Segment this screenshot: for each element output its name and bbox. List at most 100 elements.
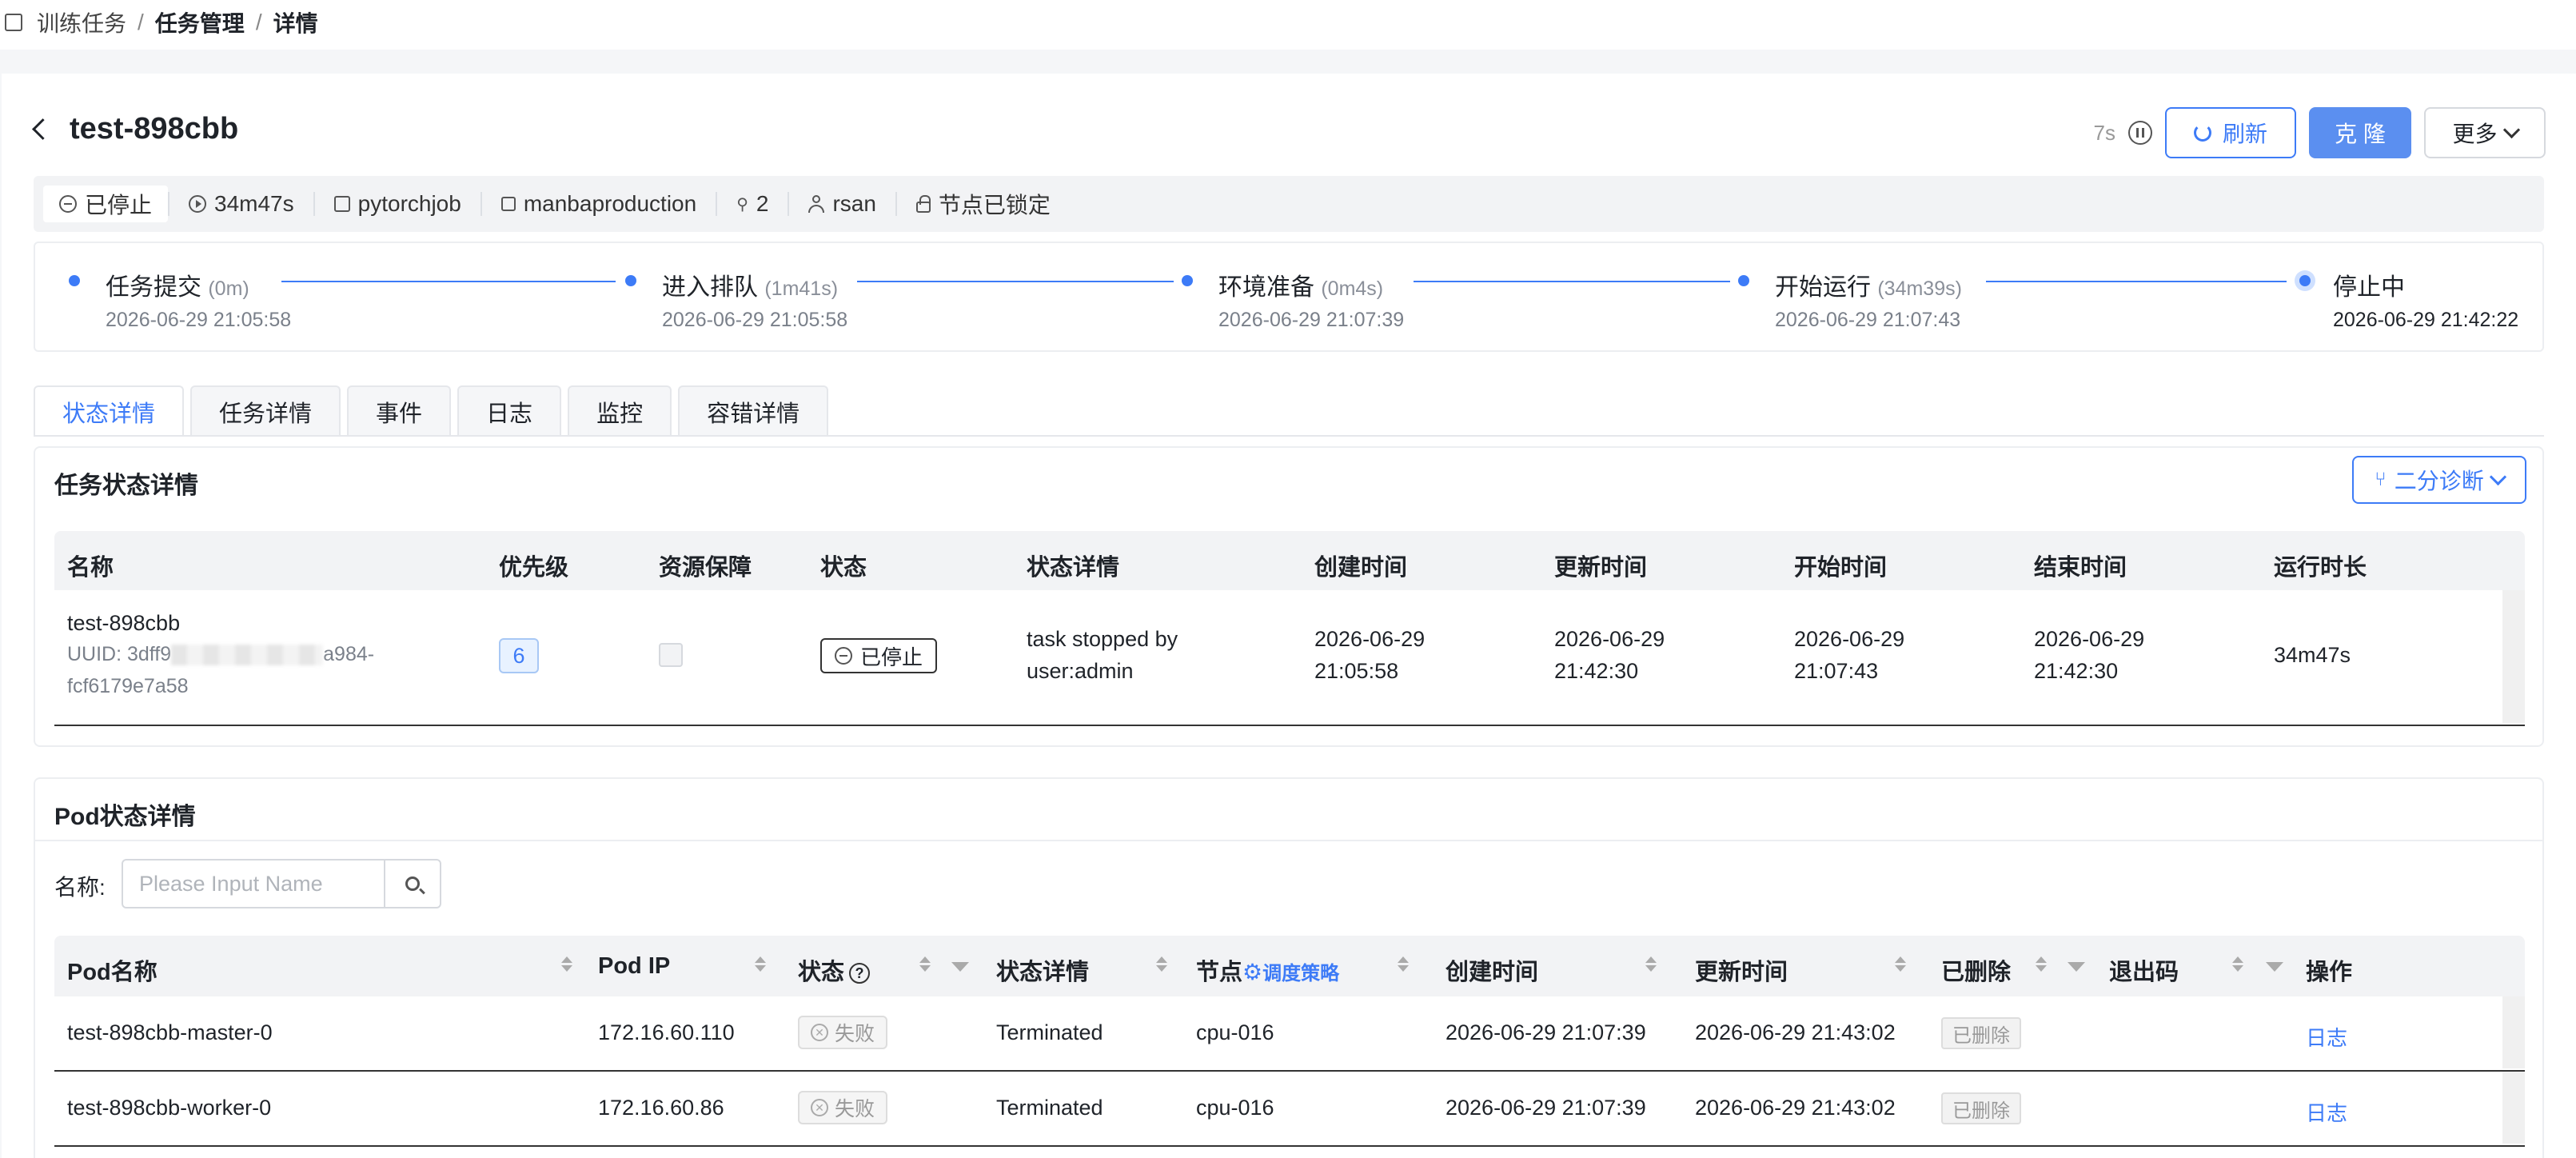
step-time: 2026-06-29 21:07:39 [1218, 309, 1405, 331]
step-label: 环境准备 [1218, 274, 1314, 301]
back-arrow-icon[interactable] [32, 118, 54, 140]
step-connector [1414, 281, 1730, 282]
sort-pod-ip-icon[interactable] [744, 950, 766, 976]
sort-node-icon[interactable] [1386, 950, 1409, 976]
help-icon[interactable]: ? [849, 963, 871, 984]
pod-status-tag: ✕ 失败 [798, 1016, 888, 1049]
refresh-button[interactable]: 刷新 [2165, 107, 2296, 158]
table-scrollbar[interactable] [2502, 996, 2525, 1068]
col-status-detail: 状态详情 [996, 960, 1090, 985]
project-text: manbaproduction [523, 191, 697, 216]
pod-log-link[interactable]: 日志 [2306, 1022, 2347, 1052]
col-name: 名称 [67, 555, 114, 581]
task-uuid: UUID: 3dff9 a984- [67, 643, 375, 666]
status-tag-text: 已停止 [860, 645, 923, 669]
refresh-button-label: 刷新 [2222, 122, 2267, 146]
node-count-text: 2 [756, 191, 769, 216]
step-duration: (0m) [208, 278, 249, 300]
status-tag: 已停止 [820, 638, 938, 673]
project-info: manbaproduction [482, 191, 718, 216]
framework-text: pytorchjob [357, 191, 461, 216]
table-row: test-898cbb-master-0 172.16.60.110 ✕ 失败 … [54, 996, 2525, 1072]
runtime-value: 34m47s [2274, 643, 2351, 667]
task-status-table: 名称 优先级 资源保障 状态 状态详情 创建时间 更新时间 开始时间 结束时间 … [54, 531, 2525, 726]
project-icon [500, 197, 516, 211]
schedule-policy-link[interactable]: 调度策略 [1262, 963, 1339, 984]
table-row: test-898cbb UUID: 3dff9 a984- fcf6179e7a5… [54, 590, 2525, 726]
sort-pod-name-icon[interactable] [550, 950, 572, 976]
created-time: 21:05:58 [1314, 659, 1399, 683]
pod-ip: 172.16.60.110 [598, 1020, 735, 1044]
step-duration: (0m4s) [1321, 278, 1384, 300]
stopped-icon [835, 647, 852, 665]
clone-button[interactable]: 克 隆 [2309, 107, 2411, 158]
breadcrumb-item-detail: 详情 [273, 11, 318, 36]
step-duration: (1m41s) [764, 278, 839, 300]
branch-icon: ⑂ [2375, 469, 2387, 490]
framework-info: pytorchjob [315, 191, 482, 216]
breadcrumb-item-training[interactable]: 训练任务 [37, 6, 126, 38]
task-uuid-tail: fcf6179e7a58 [67, 675, 189, 697]
tab-events[interactable]: 事件 [347, 385, 452, 437]
pod-node: cpu-016 [1196, 1020, 1274, 1044]
col-priority: 优先级 [499, 555, 569, 581]
search-icon [405, 876, 420, 891]
task-timeline: 任务提交 (0m) 2026-06-29 21:05:58 进入排队 (1m41… [34, 242, 2544, 352]
refresh-icon [2193, 124, 2211, 142]
step-dot-icon [1182, 275, 1193, 286]
step-dot-icon [69, 275, 80, 286]
filter-deleted-icon[interactable] [2056, 953, 2085, 980]
tab-task-detail[interactable]: 任务详情 [190, 385, 341, 437]
more-dropdown[interactable]: 更多 [2424, 107, 2546, 158]
table-scrollbar[interactable] [2502, 590, 2525, 723]
pod-name: test-898cbb-worker-0 [67, 1096, 272, 1120]
table-scrollbar[interactable] [2502, 1072, 2525, 1144]
col-action: 操作 [2306, 960, 2353, 985]
tab-status-detail[interactable]: 状态详情 [34, 385, 185, 437]
sort-exit-code-icon[interactable] [2221, 950, 2243, 976]
pod-node: cpu-016 [1196, 1096, 1274, 1120]
pod-name: test-898cbb-master-0 [67, 1020, 273, 1044]
tab-monitor[interactable]: 监控 [568, 385, 672, 437]
step-time: 2026-06-29 21:07:43 [1775, 309, 1961, 331]
framework-icon [333, 196, 350, 212]
col-pod-ip: Pod IP [598, 953, 671, 979]
diagnose-label: 二分诊断 [2394, 469, 2484, 493]
pod-search [122, 859, 441, 908]
search-button[interactable] [384, 861, 440, 907]
pod-name-search-input[interactable] [123, 861, 384, 907]
sort-created-icon[interactable] [1634, 950, 1657, 976]
sort-status-detail-icon[interactable] [1145, 950, 1167, 976]
step-duration: (34m39s) [1877, 278, 1962, 300]
step-time: 2026-06-29 21:42:22 [2333, 309, 2519, 331]
table-header: 名称 优先级 资源保障 状态 状态详情 创建时间 更新时间 开始时间 结束时间 … [54, 531, 2525, 590]
sort-status-icon[interactable] [908, 950, 931, 976]
pod-ip: 172.16.60.86 [598, 1096, 724, 1120]
diagnose-dropdown[interactable]: ⑂ 二分诊断 [2352, 456, 2526, 504]
pod-status-detail: Terminated [996, 1020, 1103, 1044]
fail-icon: ✕ [811, 1099, 828, 1116]
col-updated: 更新时间 [1695, 960, 1788, 985]
header-actions: 7s 刷新 克 隆 更多 [2094, 107, 2546, 158]
filter-exit-code-icon[interactable] [2255, 953, 2283, 980]
col-created: 创建时间 [1314, 555, 1408, 581]
col-ended: 结束时间 [2034, 555, 2127, 581]
tab-fault-tolerance[interactable]: 容错详情 [678, 385, 829, 437]
step-label: 任务提交 [106, 274, 201, 301]
updated-time: 21:42:30 [1554, 659, 1639, 683]
pause-icon[interactable] [2128, 121, 2152, 145]
tab-logs[interactable]: 日志 [457, 385, 562, 437]
sort-deleted-icon[interactable] [2024, 950, 2047, 976]
lock-icon [915, 195, 931, 213]
breadcrumb-item-task-management[interactable]: 任务管理 [155, 6, 245, 38]
filter-status-icon[interactable] [940, 953, 969, 980]
pod-log-link[interactable]: 日志 [2306, 1097, 2347, 1127]
deleted-tag: 已删除 [1941, 1017, 2021, 1049]
status-text: 已停止 [85, 193, 153, 218]
step-label: 停止中 [2333, 274, 2405, 301]
step-connector [1986, 281, 2287, 282]
task-status-title: 任务状态详情 [54, 473, 198, 499]
col-exit-code: 退出码 [2109, 960, 2179, 985]
sort-updated-icon[interactable] [1884, 950, 1906, 976]
col-updated: 更新时间 [1554, 555, 1648, 581]
